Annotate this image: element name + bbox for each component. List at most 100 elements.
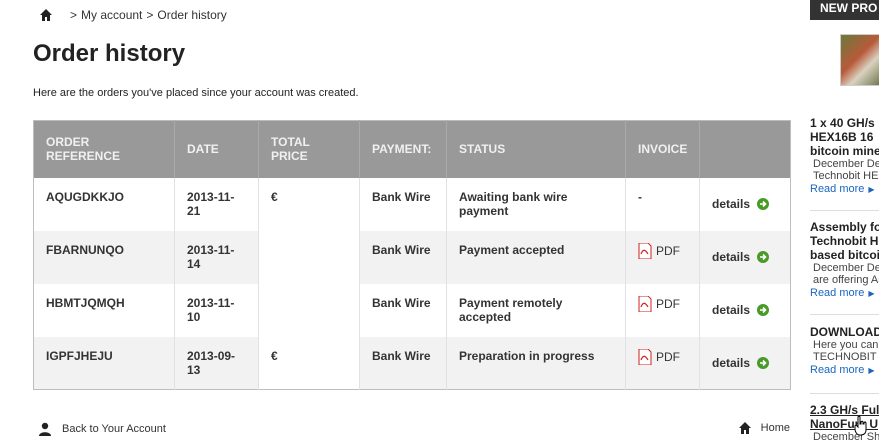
order-status: Awaiting bank wire payment [446, 177, 626, 231]
order-date: 2013-11-21 [174, 177, 259, 231]
product-title-line[interactable]: DOWNLOAD [810, 325, 879, 339]
product-title-line[interactable]: Assembly fo [810, 220, 879, 234]
sidebar-product-item: 2.3 GH/s Ful NanoFury U December Sh [810, 403, 879, 443]
product-title-line[interactable]: HEX16B 16 [810, 130, 879, 144]
home-icon[interactable] [40, 9, 52, 21]
details-label: details [712, 250, 751, 264]
home-icon [738, 422, 751, 434]
table-row: AQUGDKKJO 2013-11-21 € Bank Wire Awaitin… [33, 177, 791, 231]
pdf-label: PDF [656, 349, 680, 364]
home-link[interactable]: Home [738, 422, 790, 434]
breadcrumb: > My account > Order history [40, 8, 227, 22]
order-total-price: € [258, 336, 360, 390]
order-date: 2013-11-14 [174, 230, 259, 284]
order-actions: details [699, 336, 791, 390]
page-title: Order history [33, 40, 186, 67]
header-payment: PAYMENT: [359, 120, 447, 178]
new-products-sidebar: NEW PRO 1 x 40 GH/s HEX16B 16 bitcoin mi… [810, 0, 879, 443]
product-desc-line: Here you can [813, 339, 879, 351]
order-invoice: PDF [625, 230, 700, 284]
read-more-label: Read more [810, 183, 865, 195]
order-reference[interactable]: AQUGDKKJO [33, 177, 175, 231]
order-reference[interactable]: HBMTJQMQH [33, 283, 175, 337]
table-header-row: ORDER REFERENCE DATE TOTAL PRICE PAYMENT… [33, 120, 791, 178]
read-more-link[interactable]: Read more ▶ [810, 286, 879, 301]
order-invoice: PDF [625, 336, 700, 390]
order-history-table: ORDER REFERENCE DATE TOTAL PRICE PAYMENT… [33, 120, 791, 390]
order-payment: Bank Wire [359, 230, 447, 284]
product-title-line[interactable]: NanoFury U [810, 417, 879, 431]
read-more-link[interactable]: Read more ▶ [810, 363, 879, 378]
order-reference[interactable]: FBARNUNQO [33, 230, 175, 284]
details-button[interactable]: details [712, 250, 770, 264]
order-payment: Bank Wire [359, 336, 447, 390]
sidebar-divider [810, 210, 879, 211]
arrow-right-icon: ▶ [868, 366, 875, 375]
read-more-link[interactable]: Read more ▶ [810, 182, 879, 197]
arrow-right-icon: ▶ [868, 289, 875, 298]
order-invoice: PDF [625, 283, 700, 337]
breadcrumb-my-account[interactable]: My account [81, 8, 142, 22]
order-status: Preparation in progress [446, 336, 626, 390]
product-desc-line: December De [813, 262, 879, 274]
sidebar-divider [810, 314, 879, 315]
pdf-icon [638, 295, 652, 312]
arrow-right-icon: ▶ [868, 185, 875, 194]
product-title-line[interactable]: 2.3 GH/s Ful [810, 403, 879, 417]
pdf-icon [638, 348, 652, 365]
details-arrow-icon [756, 303, 770, 317]
details-arrow-icon [756, 250, 770, 264]
details-label: details [712, 303, 751, 317]
back-to-account-label[interactable]: Back to Your Account [62, 423, 166, 435]
pdf-icon [638, 242, 652, 259]
order-actions: details [699, 177, 791, 231]
header-actions [699, 120, 791, 178]
sidebar-product-item: 1 x 40 GH/s HEX16B 16 bitcoin mine Decem… [810, 116, 879, 197]
product-desc-line: December Sh [813, 431, 879, 443]
product-title-line[interactable]: 1 x 40 GH/s [810, 116, 879, 130]
product-title-line[interactable]: bitcoin mine [810, 144, 879, 158]
order-payment: Bank Wire [359, 177, 447, 231]
order-actions: details [699, 283, 791, 337]
header-date: DATE [174, 120, 259, 178]
breadcrumb-separator: > [146, 8, 154, 22]
sidebar-product-item: Assembly fo Technobit H based bitcoi Dec… [810, 220, 879, 301]
invoice-pdf-link[interactable]: PDF [638, 295, 680, 312]
details-label: details [712, 197, 751, 211]
order-invoice: - [625, 177, 700, 231]
product-thumbnail[interactable] [840, 34, 879, 86]
table-row: HBMTJQMQH 2013-11-10 Bank Wire Payment r… [33, 283, 791, 337]
page-intro: Here are the orders you've placed since … [33, 87, 359, 99]
pdf-label: PDF [656, 296, 680, 311]
invoice-unavailable: - [638, 189, 642, 204]
order-date: 2013-11-10 [174, 283, 259, 337]
sidebar-product-item: DOWNLOAD Here you can TECHNOBIT Read mor… [810, 325, 879, 378]
header-invoice: INVOICE [625, 120, 700, 178]
user-icon [38, 422, 52, 436]
order-payment: Bank Wire [359, 283, 447, 337]
invoice-pdf-link[interactable]: PDF [638, 242, 680, 259]
back-to-account-link[interactable]: Back to Your Account [38, 422, 166, 436]
product-desc-line: Technobit HEX [813, 170, 879, 182]
read-more-label: Read more [810, 287, 865, 299]
order-reference[interactable]: IGPFJHEJU [33, 336, 175, 390]
order-actions: details [699, 230, 791, 284]
sidebar-divider [810, 393, 879, 394]
details-label: details [712, 355, 751, 370]
order-total-price [258, 230, 360, 284]
order-status: Payment remotely accepted [446, 283, 626, 337]
hand-cursor-icon [854, 415, 868, 436]
details-button[interactable]: details [712, 197, 770, 211]
header-status: STATUS [446, 120, 626, 178]
product-desc-line: December De [813, 158, 879, 170]
product-title-line[interactable]: Technobit H [810, 234, 879, 248]
read-more-label: Read more [810, 364, 865, 376]
details-button[interactable]: details [712, 303, 770, 317]
order-status: Payment accepted [446, 230, 626, 284]
product-title-line[interactable]: based bitcoi [810, 248, 879, 262]
home-label[interactable]: Home [761, 422, 790, 434]
details-button[interactable]: details [712, 356, 770, 370]
invoice-pdf-link[interactable]: PDF [638, 348, 680, 365]
order-total-price [258, 283, 360, 337]
order-date: 2013-09-13 [174, 336, 259, 390]
